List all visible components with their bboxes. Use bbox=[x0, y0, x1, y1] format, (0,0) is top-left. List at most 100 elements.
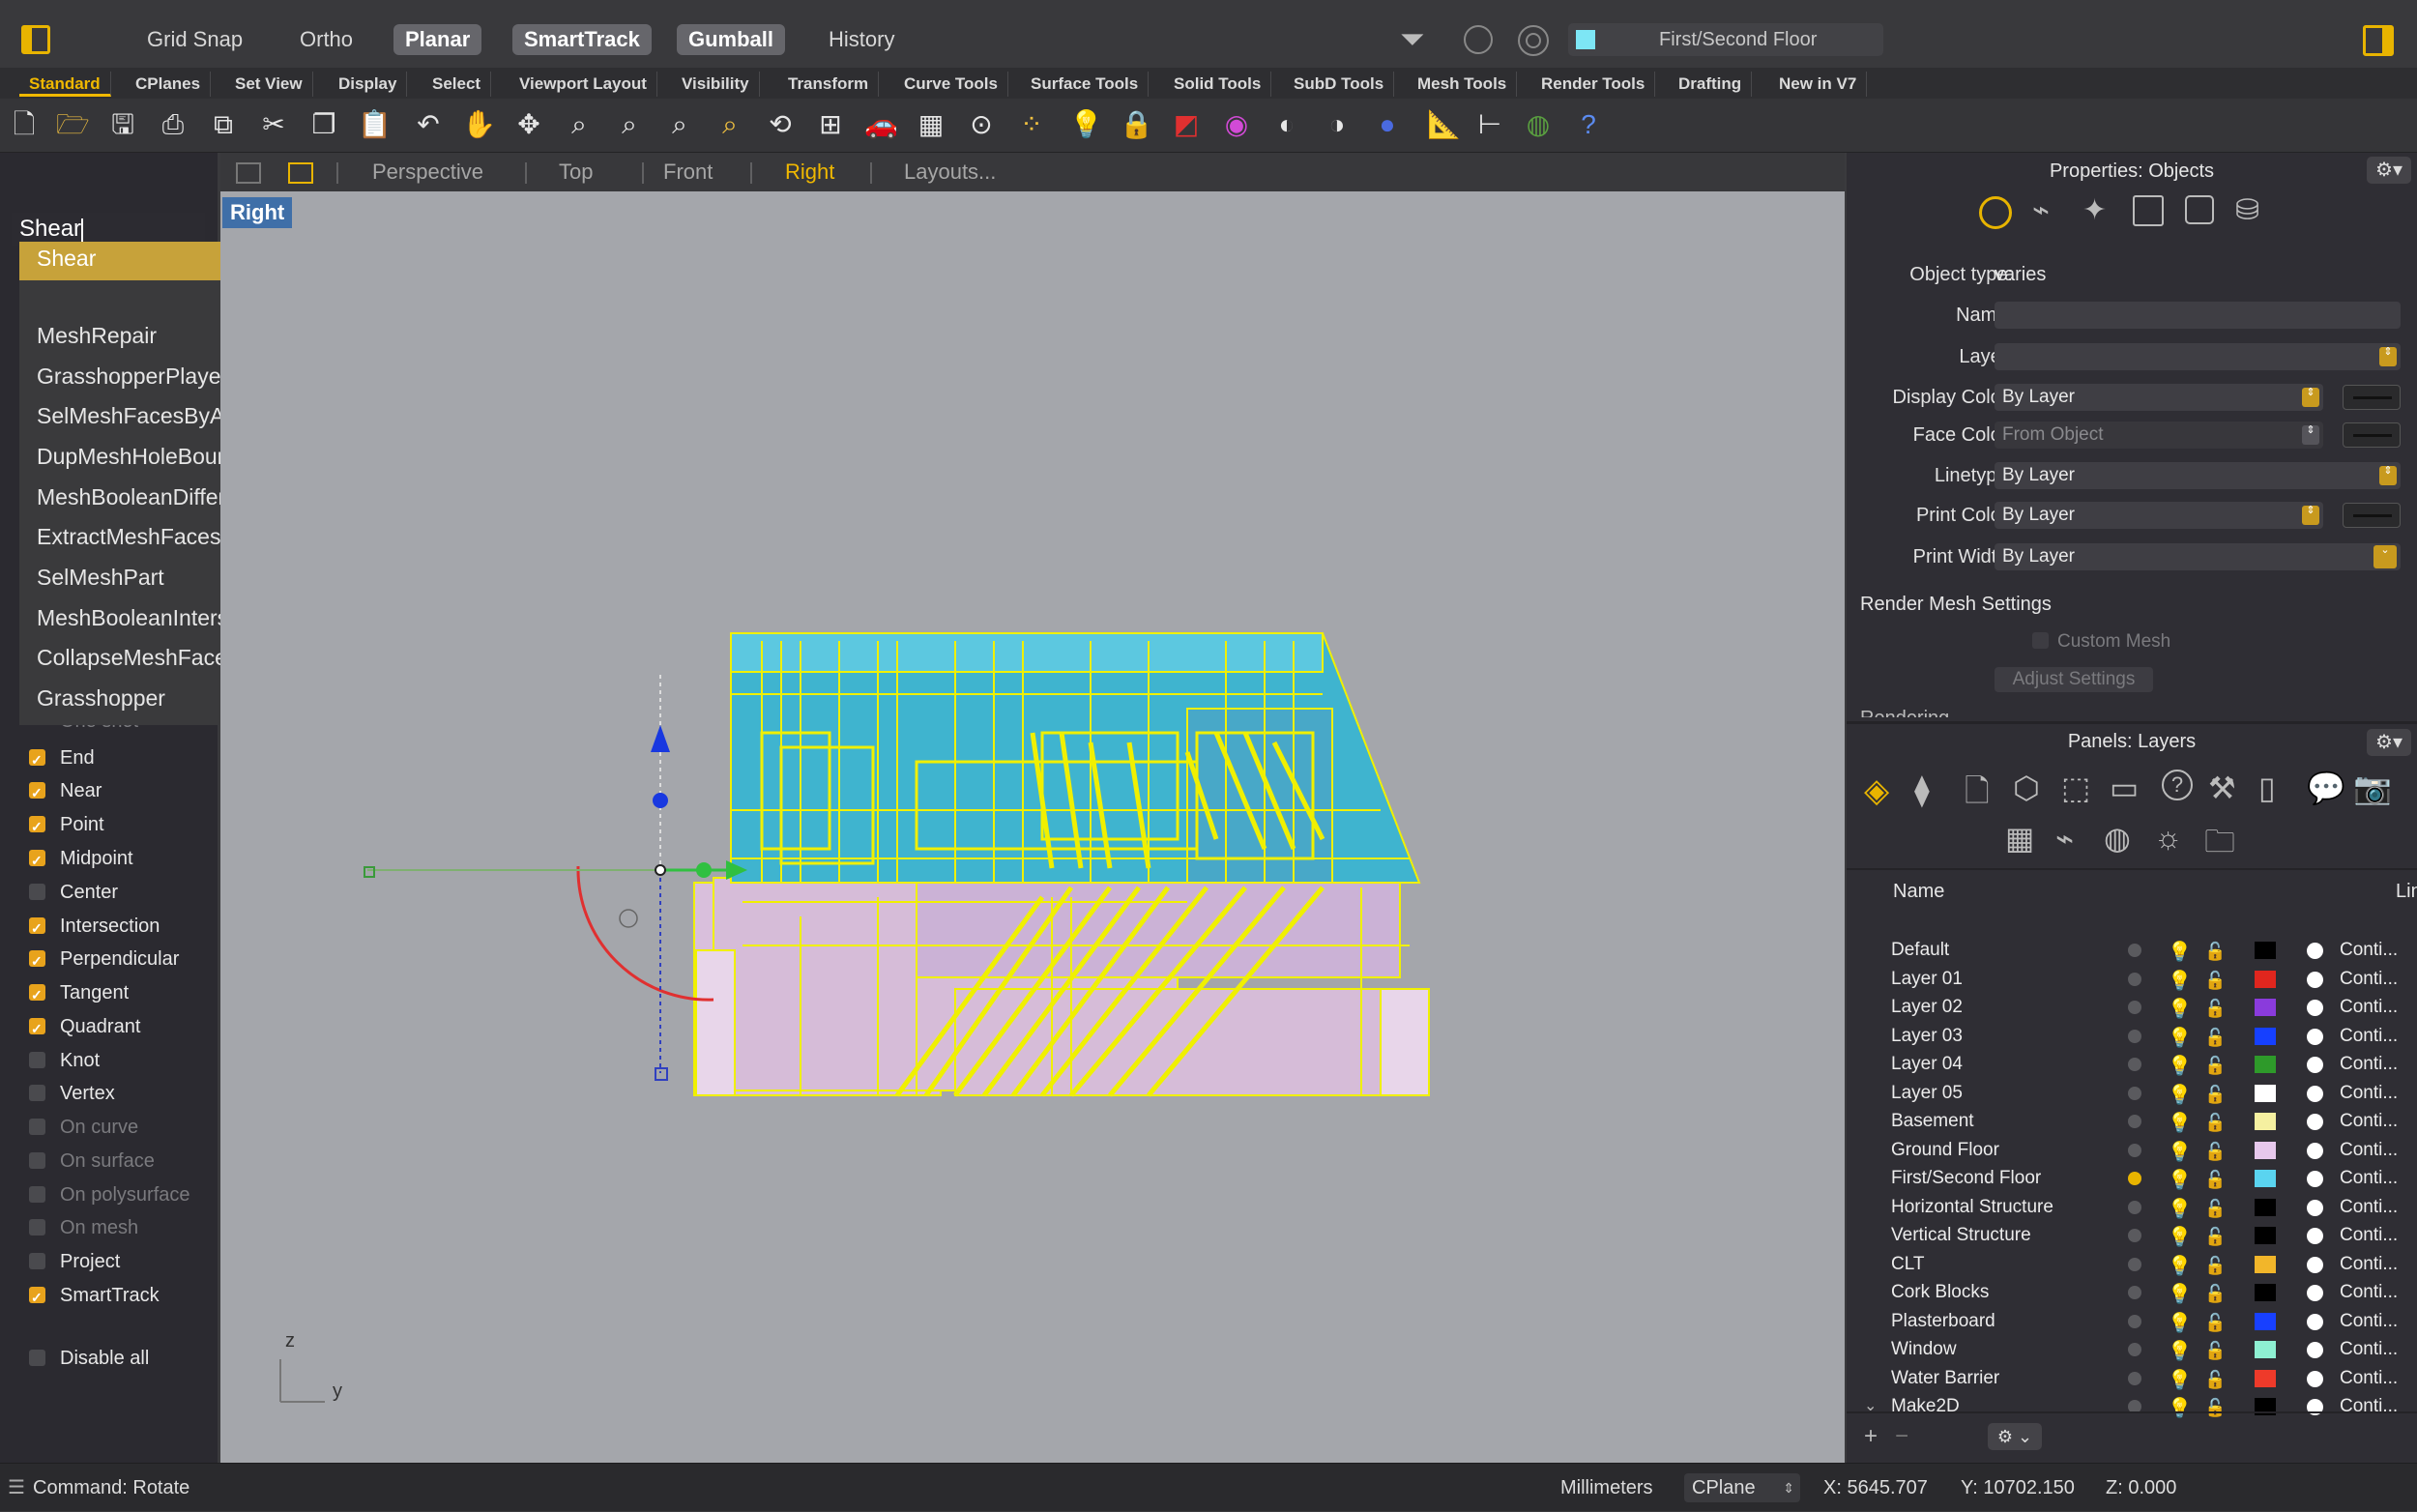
print-color-dot[interactable] bbox=[2307, 1199, 2323, 1216]
tab-select[interactable]: Select bbox=[422, 72, 492, 97]
face-color-swatch[interactable] bbox=[2343, 422, 2401, 448]
light-bulb-icon[interactable]: 💡 bbox=[2168, 1082, 2192, 1110]
layer-linetype[interactable]: Conti... bbox=[2340, 1136, 2398, 1164]
lock-icon[interactable]: 🔒 bbox=[1120, 108, 1153, 141]
command-history-icon[interactable]: ☰ bbox=[8, 1464, 25, 1512]
display-color-select[interactable]: By Layer ⇕ bbox=[1995, 384, 2323, 411]
layer-linetype[interactable]: Conti... bbox=[2340, 1335, 2398, 1363]
print-color-dot[interactable] bbox=[2307, 1285, 2323, 1301]
zoom-extents-icon[interactable]: ⌕ bbox=[663, 108, 696, 141]
layer-row[interactable]: Default 💡 🔓 Conti... bbox=[1847, 936, 2417, 964]
lock-icon[interactable]: 🔓 bbox=[2204, 1138, 2226, 1166]
layer-color-swatch[interactable] bbox=[2255, 1284, 2276, 1301]
lock-icon[interactable]: 🔓 bbox=[2204, 938, 2226, 966]
gumball-toggle[interactable]: Gumball bbox=[677, 24, 786, 55]
layer-color-swatch[interactable] bbox=[2255, 999, 2276, 1016]
add-layer-button[interactable]: + bbox=[1864, 1423, 1878, 1450]
layer-row[interactable]: Basement 💡 🔓 Conti... bbox=[1847, 1107, 2417, 1135]
tab-cplanes[interactable]: CPlanes bbox=[126, 72, 212, 97]
layers-tab-icon[interactable]: ◈ bbox=[1864, 771, 1889, 810]
decal-icon[interactable] bbox=[2133, 195, 2164, 226]
tab-top[interactable]: Top bbox=[559, 159, 593, 186]
print-color-dot[interactable] bbox=[2307, 1000, 2323, 1016]
light-bulb-icon[interactable]: 💡 bbox=[2168, 1110, 2192, 1138]
environment-icon[interactable]: ◍ bbox=[2104, 820, 2131, 857]
filter-icon[interactable]: ⏷ bbox=[1400, 21, 1425, 58]
lock-icon[interactable]: 🔓 bbox=[2204, 967, 2226, 995]
current-layer-indicator[interactable] bbox=[2128, 1001, 2141, 1014]
tab-viewport-layout[interactable]: Viewport Layout bbox=[510, 72, 657, 97]
print-color-swatch[interactable] bbox=[2343, 503, 2401, 528]
light-bulb-icon[interactable]: 💡 bbox=[2168, 1253, 2192, 1281]
lock-icon[interactable]: 🔓 bbox=[2204, 1309, 2226, 1337]
color-wheel-icon[interactable]: ◉ bbox=[1220, 108, 1253, 141]
layer-linetype[interactable]: Conti... bbox=[2340, 1164, 2398, 1192]
light-bulb-icon[interactable]: 💡 bbox=[2168, 1196, 2192, 1224]
layers-linetype-header[interactable]: Linetype bbox=[2396, 881, 2417, 903]
layer-row[interactable]: Plasterboard 💡 🔓 Conti... bbox=[1847, 1307, 2417, 1335]
display-color-swatch[interactable] bbox=[2343, 385, 2401, 410]
layer-states-icon[interactable]: ⧫ bbox=[1914, 771, 1930, 808]
layer-color-swatch[interactable] bbox=[2255, 1341, 2276, 1358]
layer-color-swatch[interactable] bbox=[2255, 1227, 2276, 1244]
print-color-select[interactable]: By Layer ⇕ bbox=[1995, 502, 2323, 529]
current-layer-indicator[interactable] bbox=[2128, 1343, 2141, 1356]
texture-mapping-icon[interactable]: ✦ bbox=[2082, 193, 2107, 227]
lock-icon[interactable]: 🔓 bbox=[2204, 1166, 2226, 1194]
print-color-dot[interactable] bbox=[2307, 1370, 2323, 1387]
layer-linetype[interactable]: Conti... bbox=[2340, 1221, 2398, 1249]
print-color-dot[interactable] bbox=[2307, 1142, 2323, 1159]
tab-subd-tools[interactable]: SubD Tools bbox=[1284, 72, 1395, 97]
print-color-dot[interactable] bbox=[2307, 1313, 2323, 1330]
tab-right[interactable]: Right bbox=[785, 159, 834, 186]
current-layer-indicator[interactable] bbox=[2128, 1200, 2141, 1214]
layer-color-swatch[interactable] bbox=[2255, 1113, 2276, 1130]
layers-name-header[interactable]: Name bbox=[1893, 881, 1944, 903]
lock-icon[interactable]: 🔓 bbox=[2204, 1024, 2226, 1052]
print-color-dot[interactable] bbox=[2307, 1057, 2323, 1073]
dimension-icon[interactable]: ⊢ bbox=[1473, 108, 1506, 141]
layer-row[interactable]: First/Second Floor 💡 🔓 Conti... bbox=[1847, 1164, 2417, 1192]
layer-color-swatch[interactable] bbox=[2255, 942, 2276, 959]
tab-layouts[interactable]: Layouts... bbox=[904, 159, 996, 186]
print-color-dot[interactable] bbox=[2307, 1114, 2323, 1130]
print-width-select[interactable]: By Layer ⌄ bbox=[1995, 543, 2401, 570]
chevron-down-icon[interactable]: ⌄ bbox=[1864, 1392, 1877, 1420]
layer-linetype[interactable]: Conti... bbox=[2340, 1392, 2398, 1420]
tab-surface-tools[interactable]: Surface Tools bbox=[1021, 72, 1150, 97]
autocomplete-item[interactable]: GrasshopperPlayer bbox=[37, 360, 228, 393]
tab-new-in-v7[interactable]: New in V7 bbox=[1769, 72, 1868, 97]
single-view-icon[interactable] bbox=[288, 162, 313, 184]
right-panel-toggle-icon[interactable] bbox=[2363, 25, 2394, 56]
material-panel-icon[interactable]: ⌁ bbox=[2055, 820, 2074, 857]
current-layer-indicator[interactable] bbox=[2128, 1143, 2141, 1157]
tab-visibility[interactable]: Visibility bbox=[672, 72, 760, 97]
cut-icon[interactable]: ✂ bbox=[257, 108, 290, 141]
current-layer-selector[interactable]: First/Second Floor bbox=[1568, 23, 1883, 56]
light-bulb-icon[interactable]: 💡 bbox=[2168, 996, 2192, 1024]
layout-grid-icon[interactable] bbox=[236, 162, 261, 184]
light-bulb-icon[interactable]: 💡 bbox=[2168, 968, 2192, 996]
adjust-settings-button[interactable]: Adjust Settings bbox=[1995, 667, 2153, 692]
sidebar-toggle-icon[interactable] bbox=[21, 25, 50, 54]
new-file-icon[interactable]: 🗋 bbox=[8, 108, 41, 141]
layer-color-swatch[interactable] bbox=[2255, 1369, 2276, 1387]
layer-linetype[interactable]: Conti... bbox=[2340, 1250, 2398, 1278]
autocomplete-item[interactable]: Grasshopper bbox=[37, 682, 165, 714]
car-icon[interactable]: 🚗 bbox=[864, 108, 898, 141]
tab-curve-tools[interactable]: Curve Tools bbox=[894, 72, 1008, 97]
layer-linetype[interactable]: Conti... bbox=[2340, 1079, 2398, 1107]
current-layer-indicator[interactable] bbox=[2128, 1257, 2141, 1271]
material-icon[interactable]: ◩ bbox=[1170, 108, 1203, 141]
layer-color-swatch[interactable] bbox=[2255, 1084, 2276, 1102]
camera-icon[interactable]: 📷 bbox=[2353, 770, 2392, 806]
tab-perspective[interactable]: Perspective bbox=[372, 159, 483, 186]
lock-icon[interactable]: 🔓 bbox=[2204, 1195, 2226, 1223]
layer-row[interactable]: Cork Blocks 💡 🔓 Conti... bbox=[1847, 1278, 2417, 1306]
layer-linetype[interactable]: Conti... bbox=[2340, 1022, 2398, 1050]
layer-linetype[interactable]: Conti... bbox=[2340, 965, 2398, 993]
print-color-dot[interactable] bbox=[2307, 1228, 2323, 1244]
layer-linetype[interactable]: Conti... bbox=[2340, 1307, 2398, 1335]
planar-toggle[interactable]: Planar bbox=[393, 24, 482, 55]
light-bulb-icon[interactable]: 💡 bbox=[2168, 1167, 2192, 1195]
